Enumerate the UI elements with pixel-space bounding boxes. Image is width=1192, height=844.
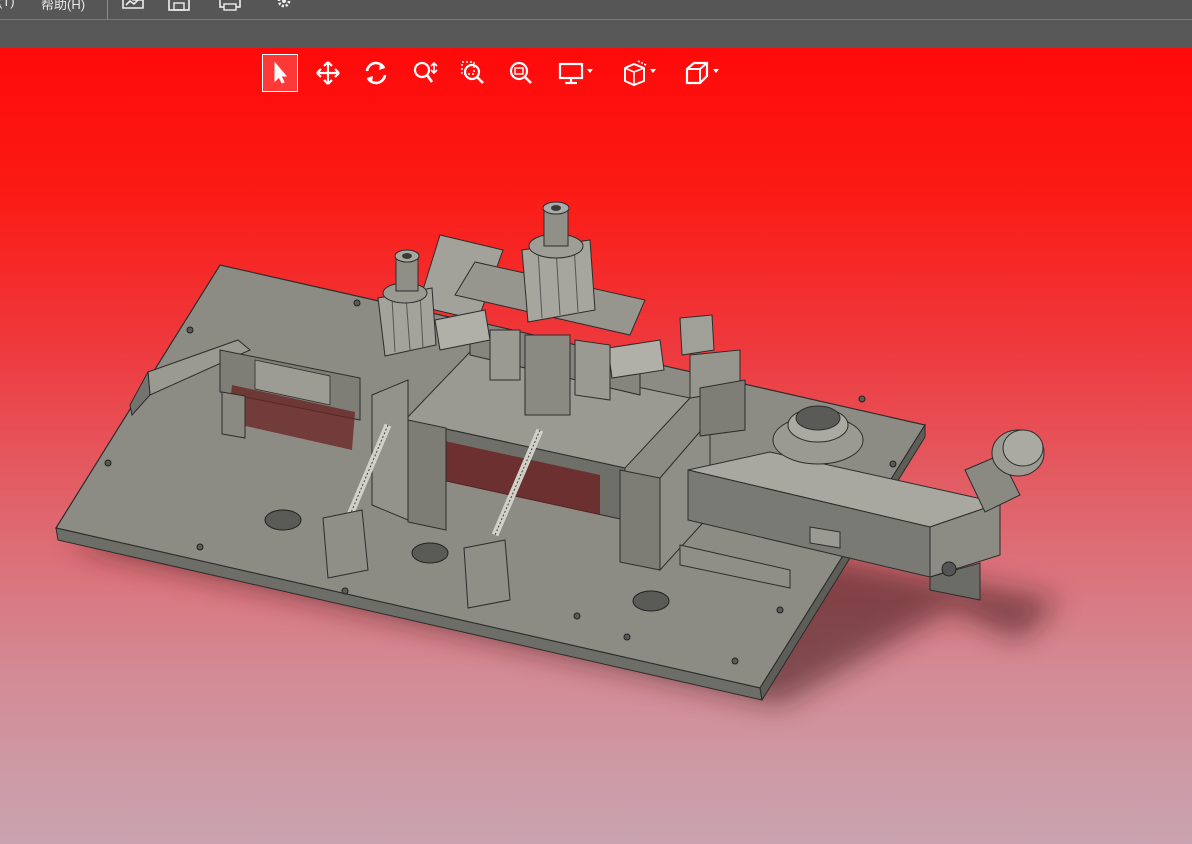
command-manager-strip bbox=[0, 20, 1192, 48]
print-icon[interactable] bbox=[218, 0, 242, 11]
tool-zoom-in-out[interactable] bbox=[407, 54, 443, 92]
menu-item-tools[interactable]: (T) bbox=[0, 0, 15, 9]
chevron-down-icon bbox=[650, 69, 656, 73]
select-arrow-icon bbox=[274, 61, 288, 84]
rotate-icon bbox=[365, 61, 387, 85]
section-view-icon bbox=[624, 60, 647, 87]
tool-zoom-fit[interactable] bbox=[503, 54, 539, 92]
menu-bar: (T) 帮助(H) bbox=[0, 0, 1192, 20]
menu-item-help[interactable]: 帮助(H) bbox=[41, 0, 85, 13]
pan-move-icon bbox=[316, 61, 340, 85]
tool-display-style[interactable] bbox=[553, 54, 593, 92]
zoom-in-out-icon bbox=[413, 61, 438, 83]
toolbar-separator bbox=[107, 0, 108, 20]
tool-section-view[interactable] bbox=[616, 54, 656, 92]
chevron-down-icon bbox=[587, 69, 593, 73]
tool-rotate[interactable] bbox=[358, 54, 394, 92]
view-cube-icon bbox=[685, 61, 709, 85]
chevron-down-icon bbox=[713, 69, 719, 73]
save-icon[interactable] bbox=[167, 0, 191, 11]
display-monitor-icon bbox=[558, 62, 584, 85]
pneumatic-cylinder-left bbox=[377, 249, 437, 357]
tool-zoom-area[interactable] bbox=[455, 54, 491, 92]
tool-select[interactable] bbox=[262, 54, 298, 92]
open-icon[interactable] bbox=[121, 0, 145, 11]
zoom-to-fit-icon bbox=[509, 61, 532, 84]
zoom-to-area-icon bbox=[461, 61, 484, 84]
settings-gear-icon[interactable] bbox=[272, 0, 296, 11]
pneumatic-cylinder-center bbox=[521, 201, 596, 323]
assembly-model[interactable] bbox=[0, 48, 1192, 844]
graphics-viewport[interactable] bbox=[0, 48, 1192, 844]
tool-view-orientation[interactable] bbox=[679, 54, 719, 92]
tool-pan[interactable] bbox=[310, 54, 346, 92]
